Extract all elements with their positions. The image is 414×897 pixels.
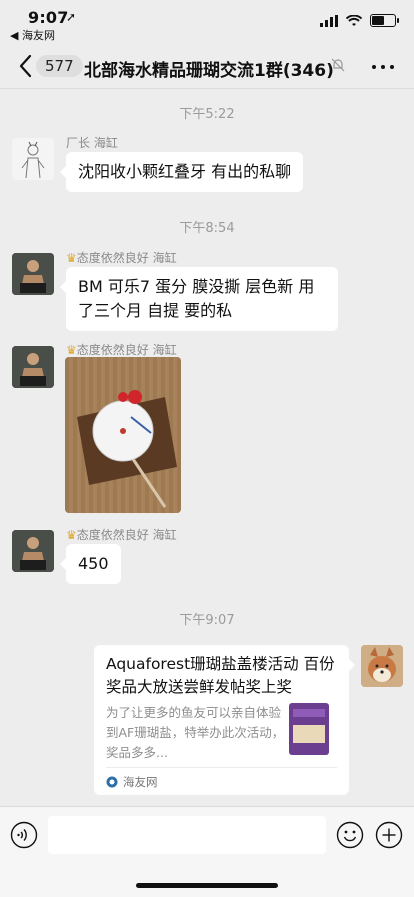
avatar[interactable] xyxy=(12,253,54,295)
wrestler-avatar-icon xyxy=(12,346,54,388)
chat-header: 577 北部海水精品珊瑚交流1群(346) xyxy=(0,44,414,89)
location-icon: ➚ xyxy=(66,10,77,24)
voice-icon[interactable] xyxy=(10,821,38,849)
battery-icon xyxy=(370,14,399,27)
timestamp: 下午5:22 xyxy=(179,107,235,122)
link-card-source: 海友网 xyxy=(106,767,337,790)
chevron-left-icon[interactable] xyxy=(14,52,38,80)
link-card-description: 为了让更多的鱼友可以亲自体验到AF珊瑚盐，特举办此次活动，奖品多多... xyxy=(106,705,285,760)
link-card[interactable]: Aquaforest珊瑚盐盖楼活动 百份奖品大放送尝鲜发帖奖上奖 为了让更多的鱼… xyxy=(94,645,355,795)
back-to-app-link[interactable]: ◀ 海友网 xyxy=(10,27,55,43)
message-bubble[interactable]: 450 xyxy=(60,544,121,584)
input-bar xyxy=(0,806,414,897)
crown-icon: ♛ xyxy=(66,251,77,265)
message-input[interactable] xyxy=(48,816,326,854)
more-dots-icon[interactable] xyxy=(372,65,394,69)
shiba-avatar-icon xyxy=(361,645,403,687)
sender-name: ♛态度依然良好 海缸 xyxy=(66,343,177,357)
emoji-icon[interactable] xyxy=(336,821,364,849)
wrestler-avatar-icon xyxy=(12,253,54,295)
avatar[interactable] xyxy=(12,346,54,388)
avatar[interactable] xyxy=(12,138,54,180)
status-bar: 9:07 ➚ ◀ 海友网 xyxy=(0,0,414,44)
message-list[interactable]: 下午5:22 厂长 海缸 沈阳收小颗红叠牙 有出的私聊 下午8:54 ♛态度依然… xyxy=(0,89,414,809)
timestamp: 下午9:07 xyxy=(179,613,235,628)
link-card-title: Aquaforest珊瑚盐盖楼活动 百份奖品大放送尝鲜发帖奖上奖 xyxy=(106,655,335,696)
crown-icon: ♛ xyxy=(66,343,77,357)
mute-bell-icon xyxy=(331,58,345,72)
wrestler-avatar-icon xyxy=(12,530,54,572)
signal-icon xyxy=(320,14,338,27)
sender-name: ♛态度依然良好 海缸 xyxy=(66,528,177,542)
salt-bag-thumbnail xyxy=(289,703,329,755)
sketch-avatar-icon xyxy=(21,141,45,179)
crown-icon: ♛ xyxy=(66,528,77,542)
message-bubble[interactable]: 沈阳收小颗红叠牙 有出的私聊 xyxy=(59,152,304,192)
home-indicator xyxy=(136,883,278,888)
source-logo-icon xyxy=(106,776,118,788)
timestamp: 下午8:54 xyxy=(179,221,235,236)
plus-icon[interactable] xyxy=(375,821,403,849)
system-icons xyxy=(320,14,399,27)
chat-title: 北部海水精品珊瑚交流1群(346) xyxy=(84,61,334,81)
message-bubble[interactable]: BM 可乐7 蛋分 膜没撕 层色新 用了三个月 自提 要的私 xyxy=(60,267,338,331)
skimmer-photo xyxy=(65,357,181,513)
avatar[interactable] xyxy=(12,530,54,572)
sender-name: 厂长 海缸 xyxy=(66,136,118,150)
status-time: 9:07 xyxy=(28,8,69,27)
message-image[interactable] xyxy=(65,357,181,513)
wifi-icon xyxy=(346,14,362,26)
avatar[interactable] xyxy=(361,645,403,687)
unread-count-badge[interactable]: 577 xyxy=(36,55,83,77)
sender-name: ♛态度依然良好 海缸 xyxy=(66,251,177,265)
